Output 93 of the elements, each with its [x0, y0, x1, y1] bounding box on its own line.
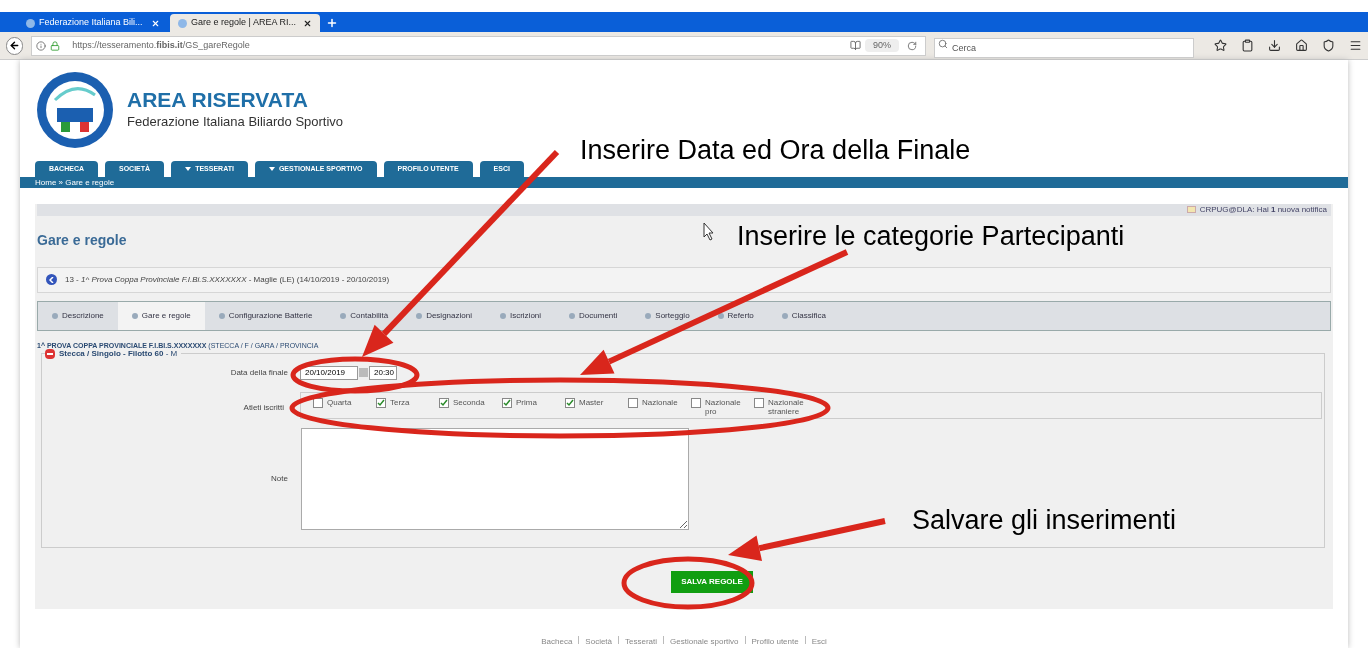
- field-label: Note: [271, 472, 288, 485]
- search-field[interactable]: Cerca: [934, 37, 1194, 58]
- category-label: Nazionale pro: [705, 397, 742, 416]
- check-icon: [440, 398, 448, 407]
- annotation-text: Inserire le categorie Partecipanti: [737, 220, 1125, 253]
- check-icon: [566, 398, 574, 407]
- section-tab[interactable]: Classifica: [767, 301, 841, 330]
- clipboard-icon[interactable]: [1241, 39, 1254, 52]
- tab-icon: [499, 312, 506, 319]
- zoom-level[interactable]: 90%: [865, 38, 899, 53]
- home-icon[interactable]: [1295, 39, 1308, 52]
- check-icon: [503, 398, 511, 407]
- checkbox[interactable]: [376, 397, 386, 408]
- category-label: Nazionale straniere: [768, 397, 805, 416]
- globe-icon: [178, 18, 187, 28]
- footer-link[interactable]: Gestionale sportivo: [670, 636, 739, 648]
- checkbox[interactable]: [628, 397, 638, 408]
- time-field[interactable]: 20:30: [369, 365, 397, 380]
- footer-link[interactable]: Profilo utente: [751, 636, 799, 648]
- info-icon: [36, 40, 47, 51]
- notes-field[interactable]: [301, 427, 689, 530]
- browser-tab[interactable]: Federazione Italiana Bili...: [18, 14, 168, 32]
- tab-icon: [717, 312, 724, 319]
- category-label: Seconda: [453, 397, 486, 407]
- page-title: Gare e regole: [37, 231, 127, 248]
- footer-link[interactable]: Società: [585, 636, 613, 648]
- url-text: https://tesseramento.fibis.it/GS_gareRegole: [72, 38, 250, 52]
- close-icon[interactable]: [151, 18, 160, 28]
- section-legend: Stecca / Singolo - Filotto 60 - M: [59, 347, 178, 360]
- category-label: Terza: [390, 397, 411, 407]
- checkbox[interactable]: [565, 397, 575, 408]
- footer-link[interactable]: Tesserati: [625, 636, 658, 648]
- checkbox[interactable]: [691, 397, 701, 408]
- section-tab[interactable]: Referto: [703, 301, 768, 330]
- field-label: Atleti iscritti: [243, 401, 284, 414]
- browser-tab[interactable]: Gare e regole | AREA RI...: [170, 14, 320, 32]
- field-label: Data della finale: [230, 366, 288, 379]
- new-tab-icon[interactable]: [326, 17, 338, 29]
- section-tab[interactable]: Contabilità: [326, 301, 403, 330]
- star-icon[interactable]: [1214, 39, 1227, 52]
- tab-title: Gare e regole | AREA RI...: [191, 16, 296, 30]
- close-icon[interactable]: [303, 18, 312, 28]
- caret-icon: [268, 167, 275, 171]
- caret-icon: [185, 167, 192, 171]
- category-label: Quarta: [327, 397, 353, 407]
- reload-icon[interactable]: [907, 40, 917, 51]
- tab-icon: [416, 312, 423, 319]
- event-title: 13 - 1^ Prova Coppa Provinciale F.I.Bi.S.XXXXXXX - Maglie (LE) (14/10/2019 - 20/10/2019): [65, 273, 390, 286]
- footer-link[interactable]: Esci: [811, 636, 827, 648]
- annotation-text: Salvare gli inserimenti: [912, 504, 1177, 537]
- tab-title: Federazione Italiana Bili...: [39, 16, 143, 30]
- collapse-icon[interactable]: [45, 348, 55, 359]
- breadcrumb: Home » Gare e regole: [35, 178, 115, 187]
- site-subtitle: Federazione Italiana Biliardo Sportivo: [127, 113, 344, 132]
- tab-icon: [218, 312, 225, 319]
- site-title: AREA RISERVATA: [127, 88, 309, 113]
- tab-icon: [131, 312, 138, 319]
- section-tab[interactable]: Sorteggio: [631, 301, 704, 330]
- section-tab[interactable]: Gare e regole: [117, 301, 205, 330]
- section-tab[interactable]: Documenti: [555, 301, 632, 330]
- footer-link[interactable]: Bacheca: [541, 636, 573, 648]
- annotation-text: Inserire Data ed Ora della Finale: [580, 134, 971, 167]
- date-field[interactable]: 20/10/2019: [300, 365, 358, 380]
- back-icon[interactable]: [46, 274, 57, 286]
- section-tab[interactable]: Designazioni: [402, 301, 486, 330]
- notification-text[interactable]: CRPUG@DLA: Hai 1 nuova notifica: [1199, 203, 1331, 216]
- address-bar[interactable]: https://tesseramento.fibis.it/GS_gareRegole 90%: [31, 35, 926, 56]
- checkbox[interactable]: [754, 397, 764, 408]
- tab-icon: [340, 312, 347, 319]
- save-button[interactable]: SALVA REGOLE: [671, 570, 753, 593]
- section-tab[interactable]: Configurazione Batterie: [204, 301, 327, 330]
- menu-icon[interactable]: [1349, 39, 1362, 52]
- tab-icon: [569, 312, 576, 319]
- checkbox[interactable]: [502, 397, 512, 408]
- notification-icon: [1186, 206, 1196, 214]
- arrow-left-icon: [9, 40, 21, 51]
- download-icon[interactable]: [1268, 39, 1281, 52]
- checkbox[interactable]: [439, 397, 449, 408]
- back-button[interactable]: [6, 36, 24, 55]
- category-label: Prima: [516, 397, 538, 407]
- globe-icon: [26, 18, 35, 28]
- checkbox[interactable]: [313, 397, 323, 408]
- section-tab[interactable]: Descrizione: [38, 301, 118, 330]
- section-tab[interactable]: Iscrizioni: [485, 301, 556, 330]
- tab-icon: [52, 312, 58, 319]
- category-label: Master: [579, 397, 605, 407]
- cursor-icon: [703, 222, 714, 241]
- lock-icon: [50, 40, 61, 51]
- category-label: Nazionale: [642, 397, 679, 407]
- reader-icon[interactable]: [850, 40, 861, 51]
- tab-icon: [781, 312, 788, 319]
- tab-icon: [645, 312, 652, 319]
- check-icon: [377, 398, 385, 407]
